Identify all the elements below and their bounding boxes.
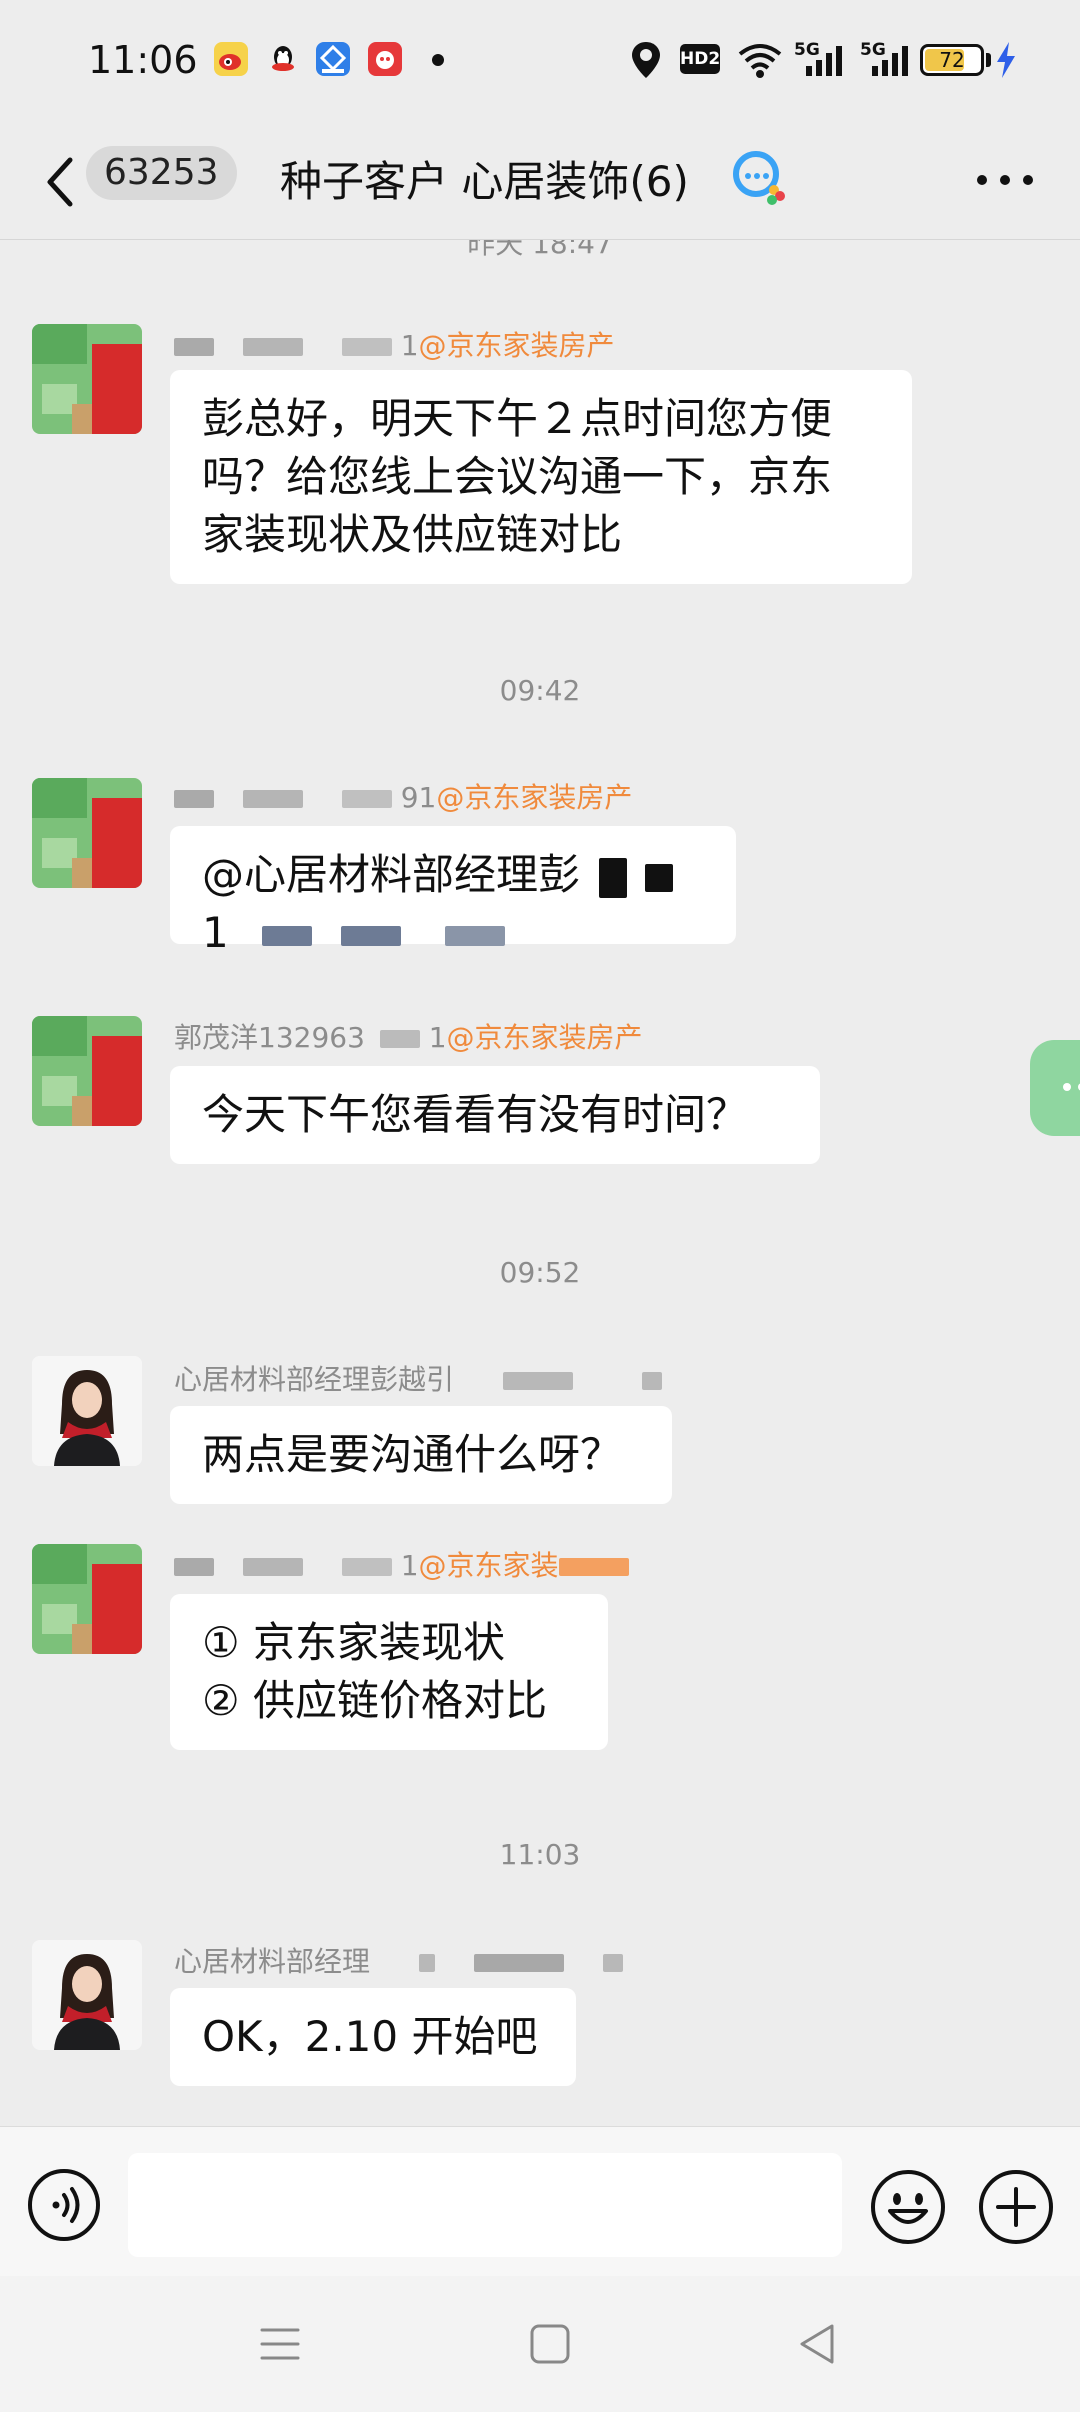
avatar-jd-agent[interactable]: [32, 324, 142, 434]
sender-org-tag: @京东家装房产: [436, 781, 633, 814]
bank-app-notification-icon: [316, 42, 350, 76]
weibo-notification-icon: [214, 42, 248, 76]
charging-icon: [997, 42, 1015, 78]
message-sender: 1@京东家装房产: [174, 324, 615, 364]
signal-icon-2: [872, 46, 908, 76]
message-bubble[interactable]: @心居材料部经理彭 1: [170, 826, 736, 957]
chat-title: 种子客户 心居装饰(6): [280, 157, 689, 206]
avatar-jd-agent[interactable]: [32, 1544, 142, 1654]
voice-icon: [28, 2169, 100, 2241]
shop-app-notification-icon: [368, 42, 402, 76]
status-time: 11:06: [88, 38, 198, 82]
more-dots-icon: [977, 175, 1033, 185]
battery-indicator: 72: [920, 44, 984, 76]
group-chat-icon: [733, 151, 785, 205]
message-sender: 郭茂洋132963 1@京东家装房产: [174, 1021, 643, 1054]
more-notifications-dot: [432, 54, 444, 66]
status-bar: 11:06 HD2 5G 5G 72: [0, 0, 1080, 124]
message-input[interactable]: [128, 2153, 842, 2257]
message-sender: 1@京东家装: [174, 1544, 629, 1584]
menu-icon: [260, 2328, 300, 2360]
message-sender: 心居材料部经理彭越引: [174, 1358, 662, 1398]
emoji-icon: [871, 2170, 945, 2244]
chevron-left-icon: [47, 157, 73, 207]
system-back-button[interactable]: [790, 2316, 846, 2372]
system-nav-bar: [0, 2276, 1080, 2412]
location-icon: [632, 42, 660, 78]
avatar-jd-agent[interactable]: [32, 1016, 142, 1126]
message-sender: 91@京东家装房产: [174, 776, 632, 816]
floating-assistant-tab[interactable]: [1030, 1040, 1080, 1136]
avatar-customer[interactable]: [32, 1356, 142, 1466]
battery-cap: [986, 53, 991, 67]
dots-icon: [1063, 1083, 1080, 1091]
signal-icon-1: [806, 46, 842, 76]
input-bar: [0, 2126, 1080, 2276]
emoji-button[interactable]: [868, 2167, 948, 2247]
plus-icon: [979, 2170, 1053, 2244]
voice-button[interactable]: [26, 2167, 102, 2243]
sender-org-tag: @京东家装房产: [418, 329, 615, 362]
message-sender: 心居材料部经理: [174, 1940, 623, 1980]
sender-org-tag: @京东家装房产: [446, 1021, 643, 1054]
message-bubble[interactable]: OK，2.10 开始吧: [170, 1988, 576, 2086]
battery-level: 72: [939, 48, 965, 72]
more-actions-button[interactable]: [976, 2167, 1056, 2247]
message-bubble[interactable]: ① 京东家装现状 ② 供应链价格对比: [170, 1594, 608, 1750]
sender-org-tag: @京东家装: [418, 1549, 559, 1582]
timestamp-partial: 昨天 18:47: [467, 240, 613, 260]
unread-count-badge[interactable]: 63253: [86, 146, 237, 200]
timestamp: 09:42: [499, 674, 581, 707]
avatar-jd-agent[interactable]: [32, 778, 142, 888]
recent-apps-button[interactable]: [252, 2316, 308, 2372]
message-bubble[interactable]: 彭总好，明天下午２点时间您方便 吗？给您线上会议沟通一下，京东 家装现状及供应链…: [170, 370, 912, 584]
timestamp: 11:03: [499, 1838, 581, 1871]
hd-voice-badge: HD2: [680, 44, 720, 74]
message-bubble[interactable]: 今天下午您看看有没有时间？: [170, 1066, 820, 1164]
more-button[interactable]: [970, 160, 1040, 200]
timestamp: 09:52: [499, 1256, 581, 1289]
qq-notification-icon: [266, 42, 300, 76]
chat-header: 63253 种子客户 心居装饰(6): [0, 124, 1080, 240]
message-list[interactable]: 昨天 18:47 1@京东家装房产 彭总好，明天下午２点时间您方便 吗？给您线上…: [0, 240, 1080, 2126]
back-button[interactable]: [36, 150, 86, 214]
home-button[interactable]: [522, 2316, 578, 2372]
home-icon: [530, 2324, 570, 2364]
message-bubble[interactable]: 两点是要沟通什么呀？: [170, 1406, 672, 1504]
back-triangle-icon: [800, 2324, 834, 2364]
wifi-icon: [738, 44, 782, 78]
avatar-customer[interactable]: [32, 1940, 142, 2050]
